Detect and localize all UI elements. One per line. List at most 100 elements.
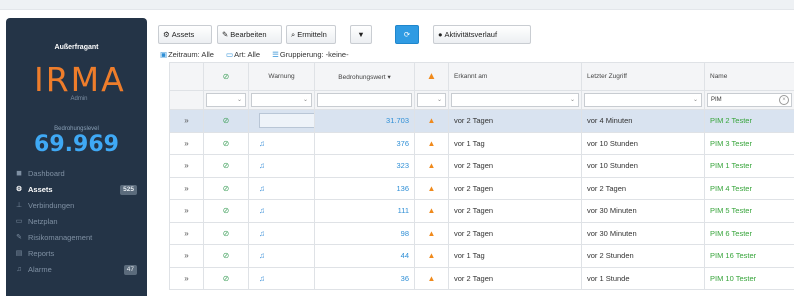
asset-name-cell[interactable]: PIM 2 Tester bbox=[704, 109, 794, 133]
alert-column-header[interactable]: ▲ bbox=[414, 62, 449, 91]
warning-filter-select[interactable]: ⌄ bbox=[251, 93, 312, 107]
last-access-filter-select[interactable]: ⌄ bbox=[584, 93, 702, 107]
chevron-down-icon: ⌄ bbox=[436, 97, 442, 103]
status-filter-select[interactable]: ⌄ bbox=[206, 93, 246, 107]
activity-icon: ● bbox=[438, 30, 443, 39]
threat-value-cell[interactable]: 111 bbox=[314, 199, 415, 223]
table-row[interactable]: » ⊘ ♫ 44 ▲ vor 1 Tag vor 2 Stunden PIM 16 Teste… bbox=[169, 244, 794, 268]
sidebar-item-risikomanagement[interactable]: ✎ Risikomanagement bbox=[6, 230, 147, 246]
asset-name-cell[interactable]: PIM 4 Tester bbox=[704, 176, 794, 200]
table-row[interactable]: » ⊘ ♫ 111 ▲ vor 2 Tagen vor 30 Minuten PIM 5 Te… bbox=[169, 199, 794, 223]
timerange-filter[interactable]: ▣Zeitraum: Alle bbox=[160, 50, 219, 59]
asset-name-cell[interactable]: PIM 3 Tester bbox=[704, 131, 794, 155]
asset-name-cell[interactable]: PIM 5 Tester bbox=[704, 199, 794, 223]
threat-value-cell[interactable]: 31.703 bbox=[314, 109, 415, 133]
sidebar-item-netzplan[interactable]: ▭ Netzplan bbox=[6, 214, 147, 230]
detected-column-header[interactable]: Erkannt am bbox=[448, 62, 582, 91]
threat-value-cell[interactable]: 376 bbox=[314, 131, 415, 155]
activity-history-button[interactable]: ● Aktivitätsverlauf bbox=[433, 25, 531, 44]
warning-triangle-icon: ▲ bbox=[427, 161, 436, 171]
sidebar-item-dashboard[interactable]: ◼ Dashboard bbox=[6, 166, 147, 182]
grouping-filter[interactable]: ☰Gruppierung: -keine- bbox=[272, 50, 354, 59]
threat-value-cell[interactable]: 44 bbox=[314, 244, 415, 268]
sidebar-item-assets[interactable]: ⚙ Assets 525 bbox=[6, 182, 147, 198]
asset-name-cell[interactable]: PIM 10 Tester bbox=[704, 266, 794, 290]
asset-name-cell[interactable]: PIM 16 Tester bbox=[704, 244, 794, 268]
last-access-column-header[interactable]: Letzter Zugriff bbox=[581, 62, 705, 91]
expand-row-button[interactable]: » bbox=[169, 244, 204, 268]
status-cell: ⊘ bbox=[203, 154, 249, 178]
threat-filter-input[interactable] bbox=[317, 93, 412, 107]
alert-filter-select[interactable]: ⌄ bbox=[417, 93, 446, 107]
name-filter-input[interactable]: PIM × bbox=[707, 93, 792, 107]
type-filter[interactable]: ▭Art: Alle bbox=[226, 50, 265, 59]
filter-button[interactable]: ▼ bbox=[350, 25, 372, 44]
table-row[interactable]: » ⊘ ♫ 98 ▲ vor 2 Tagen vor 30 Minuten PIM 6 Tes… bbox=[169, 221, 794, 245]
warning-cell bbox=[248, 109, 315, 133]
detected-filter-select[interactable]: ⌄ bbox=[451, 93, 579, 107]
irma-logo[interactable]: IRMA Admin bbox=[34, 58, 124, 108]
expand-row-button[interactable]: » bbox=[169, 176, 204, 200]
status-cell: ⊘ bbox=[203, 221, 249, 245]
detected-filter-cell: ⌄ bbox=[448, 90, 582, 110]
asset-name-cell[interactable]: PIM 1 Tester bbox=[704, 154, 794, 178]
threat-column-header[interactable]: Bedrohungswert ▾ bbox=[314, 62, 415, 91]
table-row[interactable]: » ⊘ ♫ 36 ▲ vor 2 Tagen vor 1 Stunde PIM 10 Test… bbox=[169, 266, 794, 290]
filter-line: ▣Zeitraum: Alle ▭Art: Alle ☰Gruppierung:… bbox=[160, 50, 359, 59]
expand-row-button[interactable]: » bbox=[169, 221, 204, 245]
status-cell: ⊘ bbox=[203, 199, 249, 223]
warning-column-header[interactable]: Warnung bbox=[248, 62, 315, 91]
table-row[interactable]: » ⊘ ♫ 136 ▲ vor 2 Tagen vor 2 Tagen PIM 4 Teste… bbox=[169, 176, 794, 200]
warning-triangle-icon: ▲ bbox=[427, 228, 436, 238]
asset-name-cell[interactable]: PIM 6 Tester bbox=[704, 221, 794, 245]
warning-triangle-icon: ▲ bbox=[427, 273, 436, 283]
status-column-header[interactable]: ⊘ bbox=[203, 62, 249, 91]
refresh-button[interactable]: ⟳ bbox=[395, 25, 419, 44]
last-access-filter-cell: ⌄ bbox=[581, 90, 705, 110]
logo-text: IRMA bbox=[34, 60, 126, 99]
clear-icon[interactable]: × bbox=[779, 95, 789, 105]
double-chevron-right-icon: » bbox=[184, 273, 189, 283]
warning-input-box[interactable] bbox=[259, 113, 314, 129]
monitor-icon: ▭ bbox=[226, 50, 234, 59]
sidebar-item-label: Alarme bbox=[28, 265, 52, 274]
expand-column-header bbox=[169, 62, 204, 91]
detected-cell: vor 2 Tagen bbox=[448, 176, 582, 200]
expand-row-button[interactable]: » bbox=[169, 266, 204, 290]
expand-row-button[interactable]: » bbox=[169, 199, 204, 223]
threat-value-cell[interactable]: 136 bbox=[314, 176, 415, 200]
threat-value-cell[interactable]: 323 bbox=[314, 154, 415, 178]
expand-row-button[interactable]: » bbox=[169, 109, 204, 133]
threat-value-cell[interactable]: 98 bbox=[314, 221, 415, 245]
expand-row-button[interactable]: » bbox=[169, 154, 204, 178]
double-chevron-right-icon: » bbox=[184, 228, 189, 238]
table-row[interactable]: » ⊘ ♫ 323 ▲ vor 2 Tagen vor 10 Stunden PIM 1 Te… bbox=[169, 154, 794, 178]
bell-icon: ♫ bbox=[259, 273, 265, 283]
sidebar-item-verbindungen[interactable]: ⊥ Verbindungen bbox=[6, 198, 147, 214]
threat-value-cell[interactable]: 36 bbox=[314, 266, 415, 290]
assets-button[interactable]: ⚙ Assets bbox=[158, 25, 212, 44]
sidebar: Außerfragant IRMA Admin Bedrohungslevel … bbox=[6, 18, 147, 296]
activity-button-label: Aktivitätsverlauf bbox=[444, 30, 498, 39]
bell-icon: ♫ bbox=[259, 183, 265, 193]
warning-triangle-icon: ▲ bbox=[427, 138, 436, 148]
warning-cell: ♫ bbox=[248, 176, 315, 200]
double-chevron-right-icon: » bbox=[184, 138, 189, 148]
warning-cell: ♫ bbox=[248, 244, 315, 268]
filter-icon: ▼ bbox=[357, 30, 365, 39]
sidebar-item-label: Assets bbox=[28, 185, 53, 194]
check-circle-icon: ⊘ bbox=[222, 228, 230, 238]
expand-row-button[interactable]: » bbox=[169, 131, 204, 155]
edit-button[interactable]: ✎ Bearbeiten bbox=[217, 25, 282, 44]
table-row[interactable]: » ⊘ ♫ 376 ▲ vor 1 Tag vor 10 Stunden PIM 3 Test… bbox=[169, 131, 794, 155]
name-column-header[interactable]: Name bbox=[704, 62, 794, 91]
status-cell: ⊘ bbox=[203, 109, 249, 133]
sidebar-item-reports[interactable]: ▤ Reports bbox=[6, 246, 147, 262]
detect-button[interactable]: ⌕ Ermitteln bbox=[286, 25, 336, 44]
double-chevron-right-icon: » bbox=[184, 116, 189, 126]
sidebar-item-alarme[interactable]: ♫ Alarme 47 bbox=[6, 262, 147, 278]
warning-triangle-icon: ▲ bbox=[426, 71, 437, 82]
table-row[interactable]: » ⊘ 31.703 ▲ vor 2 Tagen vor 4 Minuten PIM 2 T… bbox=[169, 109, 794, 133]
detect-button-label: Ermitteln bbox=[297, 30, 327, 39]
sidebar-item-label: Verbindungen bbox=[28, 201, 75, 210]
